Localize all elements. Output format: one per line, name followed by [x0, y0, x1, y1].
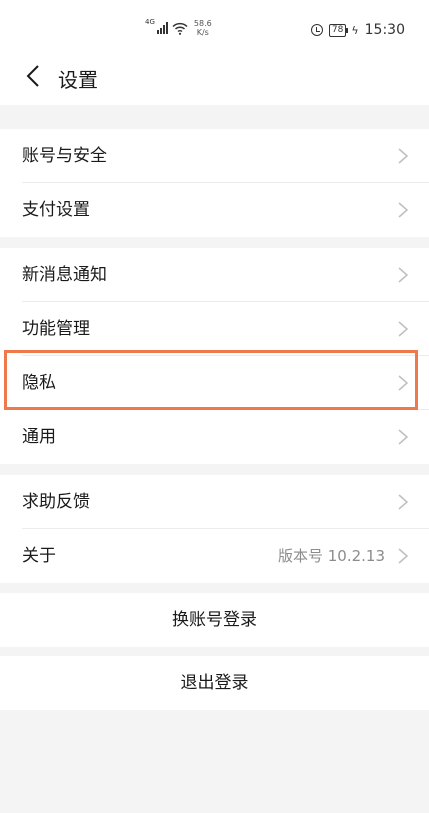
- chevron-right-icon: [398, 429, 409, 445]
- settings-group-support: 求助反馈 关于 版本号 10.2.13: [0, 475, 429, 583]
- network-speed: 58.6 K/s: [194, 19, 212, 37]
- network-type: 4G: [145, 17, 155, 26]
- version-text: 版本号 10.2.13: [277, 547, 385, 565]
- switch-account-button[interactable]: 换账号登录: [0, 593, 429, 647]
- settings-item-label: 账号与安全: [22, 146, 107, 166]
- status-left: 4G 58.6 K/s: [145, 17, 212, 37]
- signal-icon: [156, 22, 168, 34]
- settings-item-about[interactable]: 关于 版本号 10.2.13: [0, 529, 429, 583]
- clock: 15:30: [364, 22, 405, 38]
- settings-item-label: 求助反馈: [22, 492, 90, 512]
- settings-item-label: 通用: [22, 427, 56, 447]
- settings-item-label: 关于: [22, 546, 56, 566]
- settings-item-payment[interactable]: 支付设置: [0, 183, 429, 237]
- settings-item-notifications[interactable]: 新消息通知: [0, 248, 429, 302]
- settings-item-features[interactable]: 功能管理: [0, 302, 429, 356]
- chevron-right-icon: [398, 321, 409, 337]
- chevron-right-icon: [398, 375, 409, 391]
- status-right: 78 ϟ 15:30: [310, 22, 405, 38]
- speed-value: 58.6: [193, 19, 212, 28]
- settings-item-label: 新消息通知: [22, 265, 107, 285]
- battery-level: 78: [328, 23, 347, 37]
- battery-icon: 78: [328, 23, 349, 37]
- chevron-right-icon: [398, 548, 409, 564]
- settings-item-general[interactable]: 通用: [0, 410, 429, 464]
- chevron-right-icon: [398, 267, 409, 283]
- logout-button[interactable]: 退出登录: [0, 656, 429, 710]
- settings-item-label: 隐私: [22, 373, 56, 393]
- chevron-right-icon: [398, 148, 409, 164]
- chevron-right-icon: [398, 494, 409, 510]
- wifi-icon: [172, 22, 188, 35]
- back-button[interactable]: [20, 62, 48, 90]
- page-header: 设置: [0, 46, 429, 105]
- settings-item-label: 功能管理: [22, 319, 90, 339]
- alarm-icon: [310, 24, 323, 36]
- back-icon: [26, 65, 39, 87]
- settings-item-privacy[interactable]: 隐私: [0, 356, 429, 410]
- settings-item-account-security[interactable]: 账号与安全: [0, 129, 429, 183]
- settings-item-label: 支付设置: [22, 200, 90, 220]
- speed-unit: K/s: [196, 28, 209, 37]
- settings-item-feedback[interactable]: 求助反馈: [0, 475, 429, 529]
- chevron-right-icon: [398, 202, 409, 218]
- status-bar: 4G 58.6 K/s 78 ϟ 15:30: [0, 0, 429, 46]
- settings-group-general: 新消息通知 功能管理 隐私 通用: [0, 248, 429, 464]
- charging-icon: ϟ: [351, 23, 359, 37]
- page-title: 设置: [58, 68, 98, 92]
- settings-group-account: 账号与安全 支付设置: [0, 129, 429, 237]
